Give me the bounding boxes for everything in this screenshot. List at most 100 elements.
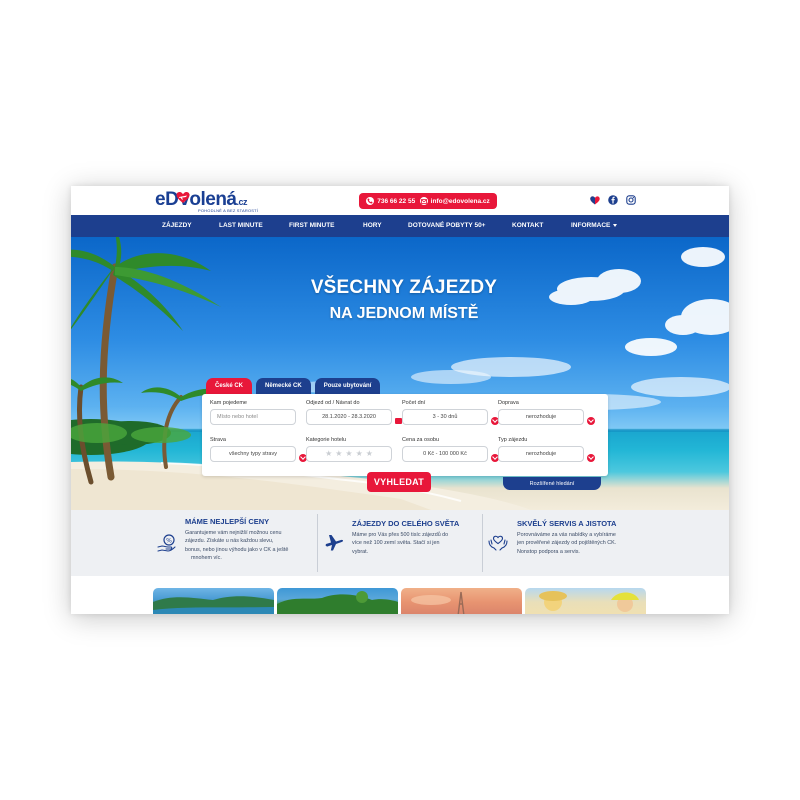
nav-item-first-minute[interactable]: FIRST MINUTE: [289, 215, 335, 237]
trip-type-select[interactable]: nerozhoduje: [498, 446, 584, 462]
price-select[interactable]: 0 Kč - 100 000 Kč: [402, 446, 488, 462]
facebook-icon[interactable]: [608, 195, 618, 205]
transport-label: Doprava: [498, 400, 519, 406]
logo-tagline: POHODLNĚ A BEZ STAROSTÍ: [198, 208, 259, 213]
nav-item-hory[interactable]: HORY: [363, 215, 382, 237]
star-icon[interactable]: ★: [345, 450, 352, 458]
social-links: [590, 195, 636, 205]
price-field: Cena za osobu 0 Kč - 100 000 Kč: [402, 437, 488, 462]
trip-type-chevron-down-icon[interactable]: [587, 454, 595, 462]
destination-field: Kam pojedeme Místo nebo hotel: [210, 400, 296, 425]
transport-field: Doprava nerozhoduje: [498, 400, 584, 425]
feature-title: ZÁJEZDY DO CELÉHO SVĚTA: [352, 519, 460, 528]
hand-percent-icon: %: [157, 534, 176, 552]
board-select[interactable]: všechny typy stravy: [210, 446, 296, 462]
star-icon[interactable]: ★: [366, 450, 373, 458]
hotel-category-label: Kategorie hotelu: [306, 437, 347, 443]
destination-label: Kam pojedeme: [210, 400, 247, 406]
feature-line: Porovnáváme za vás nabídky a vybíráme: [517, 532, 616, 538]
features-strip: % MÁME NEJLEPŠÍ CENY Garantujeme vám nej…: [71, 510, 729, 576]
heart-badge-icon[interactable]: [590, 195, 600, 205]
star-icon[interactable]: ★: [325, 450, 332, 458]
phone-link[interactable]: 736 66 22 55: [366, 197, 415, 205]
advanced-search-button[interactable]: Rozšířené hledání: [503, 477, 601, 490]
chevron-down-icon: [613, 223, 618, 227]
search-submit-button[interactable]: VYHLEDAT: [367, 472, 431, 492]
days-select[interactable]: 3 - 30 dnů: [402, 409, 488, 425]
contact-bar: 736 66 22 55 info@edovolena.cz: [359, 193, 497, 209]
destination-thumbnails: [71, 576, 729, 614]
page-background: eDvolená.cz POHODLNĚ A BEZ STAROSTÍ 736 …: [0, 0, 800, 800]
feature-line: Máme pro Vás přes 500 tisíc zájezdů do: [352, 532, 449, 538]
hero-title-line-2: NA JEDNOM MÍSTĚ: [329, 305, 479, 322]
feature-best-prices: % MÁME NEJLEPŠÍ CENY Garantujeme vám nej…: [71, 510, 317, 576]
main-navigation: ZÁJEZDY LAST MINUTE FIRST MINUTE HORY DO…: [71, 215, 729, 237]
feature-service: SKVĚLÝ SERVIS A JISTOTA Porovnáváme za v…: [483, 510, 729, 576]
days-field: Počet dní 3 - 30 dnů: [402, 400, 488, 425]
feature-line: jen prověřené zájezdy od pojištěných CK.: [517, 540, 617, 547]
board-field: Strava všechny typy stravy: [210, 437, 296, 462]
nav-item-informace-label: INFORMACE: [571, 222, 611, 229]
thumbnail-family-beach[interactable]: [525, 588, 646, 614]
nav-item-zajezdy[interactable]: ZÁJEZDY: [162, 215, 192, 237]
star-icon[interactable]: ★: [356, 450, 363, 458]
thumbnail-tropical[interactable]: [277, 588, 398, 614]
phone-number: 736 66 22 55: [377, 197, 416, 205]
dates-field: Odjezd od / Návrat do 28.1.2020 - 28.3.2…: [306, 400, 392, 425]
days-label: Počet dní: [402, 400, 426, 406]
board-label: Strava: [210, 437, 226, 443]
price-label: Cena za osobu: [402, 437, 439, 443]
tab-ceske-ck[interactable]: České CK: [206, 378, 253, 394]
phone-icon: [366, 197, 375, 205]
search-panel: Kam pojedeme Místo nebo hotel Odjezd od …: [202, 394, 608, 476]
mail-icon: [419, 197, 428, 205]
trip-type-field: Typ zájezdu nerozhoduje: [498, 437, 584, 462]
dates-label: Odjezd od / Návrat do: [306, 400, 360, 406]
site-header: eDvolená.cz POHODLNĚ A BEZ STAROSTÍ 736 …: [71, 186, 729, 215]
nav-item-last-minute[interactable]: LAST MINUTE: [219, 215, 263, 237]
nav-item-kontakt[interactable]: KONTAKT: [512, 215, 543, 237]
calendar-icon[interactable]: [395, 418, 402, 424]
hotel-category-stars[interactable]: ★ ★ ★ ★ ★: [306, 446, 392, 462]
nav-item-informace[interactable]: INFORMACE: [571, 215, 618, 237]
hero-heading: VŠECHNY ZÁJEZDY NA JEDNOM MÍSTĚ: [283, 277, 525, 323]
thumbnail-paris[interactable]: [401, 588, 522, 614]
logo-heart-plane-icon: [176, 192, 190, 203]
nav-item-dotovane-pobyty[interactable]: DOTOVANÉ POBYTY 50+: [408, 215, 485, 237]
trip-type-label: Typ zájezdu: [498, 437, 528, 443]
tab-nemecke-ck[interactable]: Německé CK: [256, 378, 311, 394]
instagram-icon[interactable]: [626, 195, 636, 205]
airplane-icon: [325, 535, 344, 551]
feature-description: Garantujeme vám nejnižší možnou cenu záj…: [185, 529, 317, 562]
feature-title: SKVĚLÝ SERVIS A JISTOTA: [517, 519, 617, 528]
thumbnail-coast[interactable]: [153, 588, 274, 614]
transport-select[interactable]: nerozhoduje: [498, 409, 584, 425]
feature-line: Nonstop podpora a servis.: [517, 548, 580, 555]
feature-line: zájezdu. Získáte u nás každou slevu,: [185, 538, 274, 545]
feature-line: Garantujeme vám nejnižší možnou cenu: [185, 530, 282, 536]
star-rating: ★ ★ ★ ★ ★: [325, 450, 373, 458]
hotel-category-field: Kategorie hotelu ★ ★ ★ ★ ★: [306, 437, 392, 462]
destination-input[interactable]: Místo nebo hotel: [210, 409, 296, 425]
feature-description: Porovnáváme za vás nabídky a vybíráme je…: [517, 531, 667, 556]
star-icon[interactable]: ★: [335, 450, 342, 458]
transport-chevron-down-icon[interactable]: [587, 417, 595, 425]
hero-banner: VŠECHNY ZÁJEZDY NA JEDNOM MÍSTĚ České CK…: [71, 237, 729, 510]
svg-text:%: %: [166, 538, 172, 545]
feature-line: mnohem víc.: [191, 554, 222, 561]
tab-pouze-ubytovani[interactable]: Pouze ubytování: [314, 378, 381, 394]
search-tabs: České CK Německé CK Pouze ubytování: [206, 378, 381, 394]
email-link[interactable]: info@edovolena.cz: [419, 197, 490, 205]
feature-line: bonus, nebo jinou výhodu jako v CK a ješ…: [185, 546, 289, 553]
logo[interactable]: eDvolená.cz POHODLNĚ A BEZ STAROSTÍ: [155, 189, 275, 213]
feature-description: Máme pro Vás přes 500 tisíc zájezdů do v…: [352, 531, 482, 556]
feature-line: více než 100 zemí světa. Stačí si jen: [352, 540, 440, 547]
hero-title-line-1: VŠECHNY ZÁJEZDY: [310, 277, 498, 298]
website-screenshot: eDvolená.cz POHODLNĚ A BEZ STAROSTÍ 736 …: [71, 186, 729, 614]
email-address: info@edovolena.cz: [430, 197, 490, 205]
feature-title: MÁME NEJLEPŠÍ CENY: [185, 517, 270, 526]
care-hands-icon: [488, 535, 508, 551]
dates-input[interactable]: 28.1.2020 - 28.3.2020: [306, 409, 392, 425]
feature-line: vybrat.: [352, 548, 369, 555]
feature-worldwide: ZÁJEZDY DO CELÉHO SVĚTA Máme pro Vás pře…: [318, 510, 482, 576]
